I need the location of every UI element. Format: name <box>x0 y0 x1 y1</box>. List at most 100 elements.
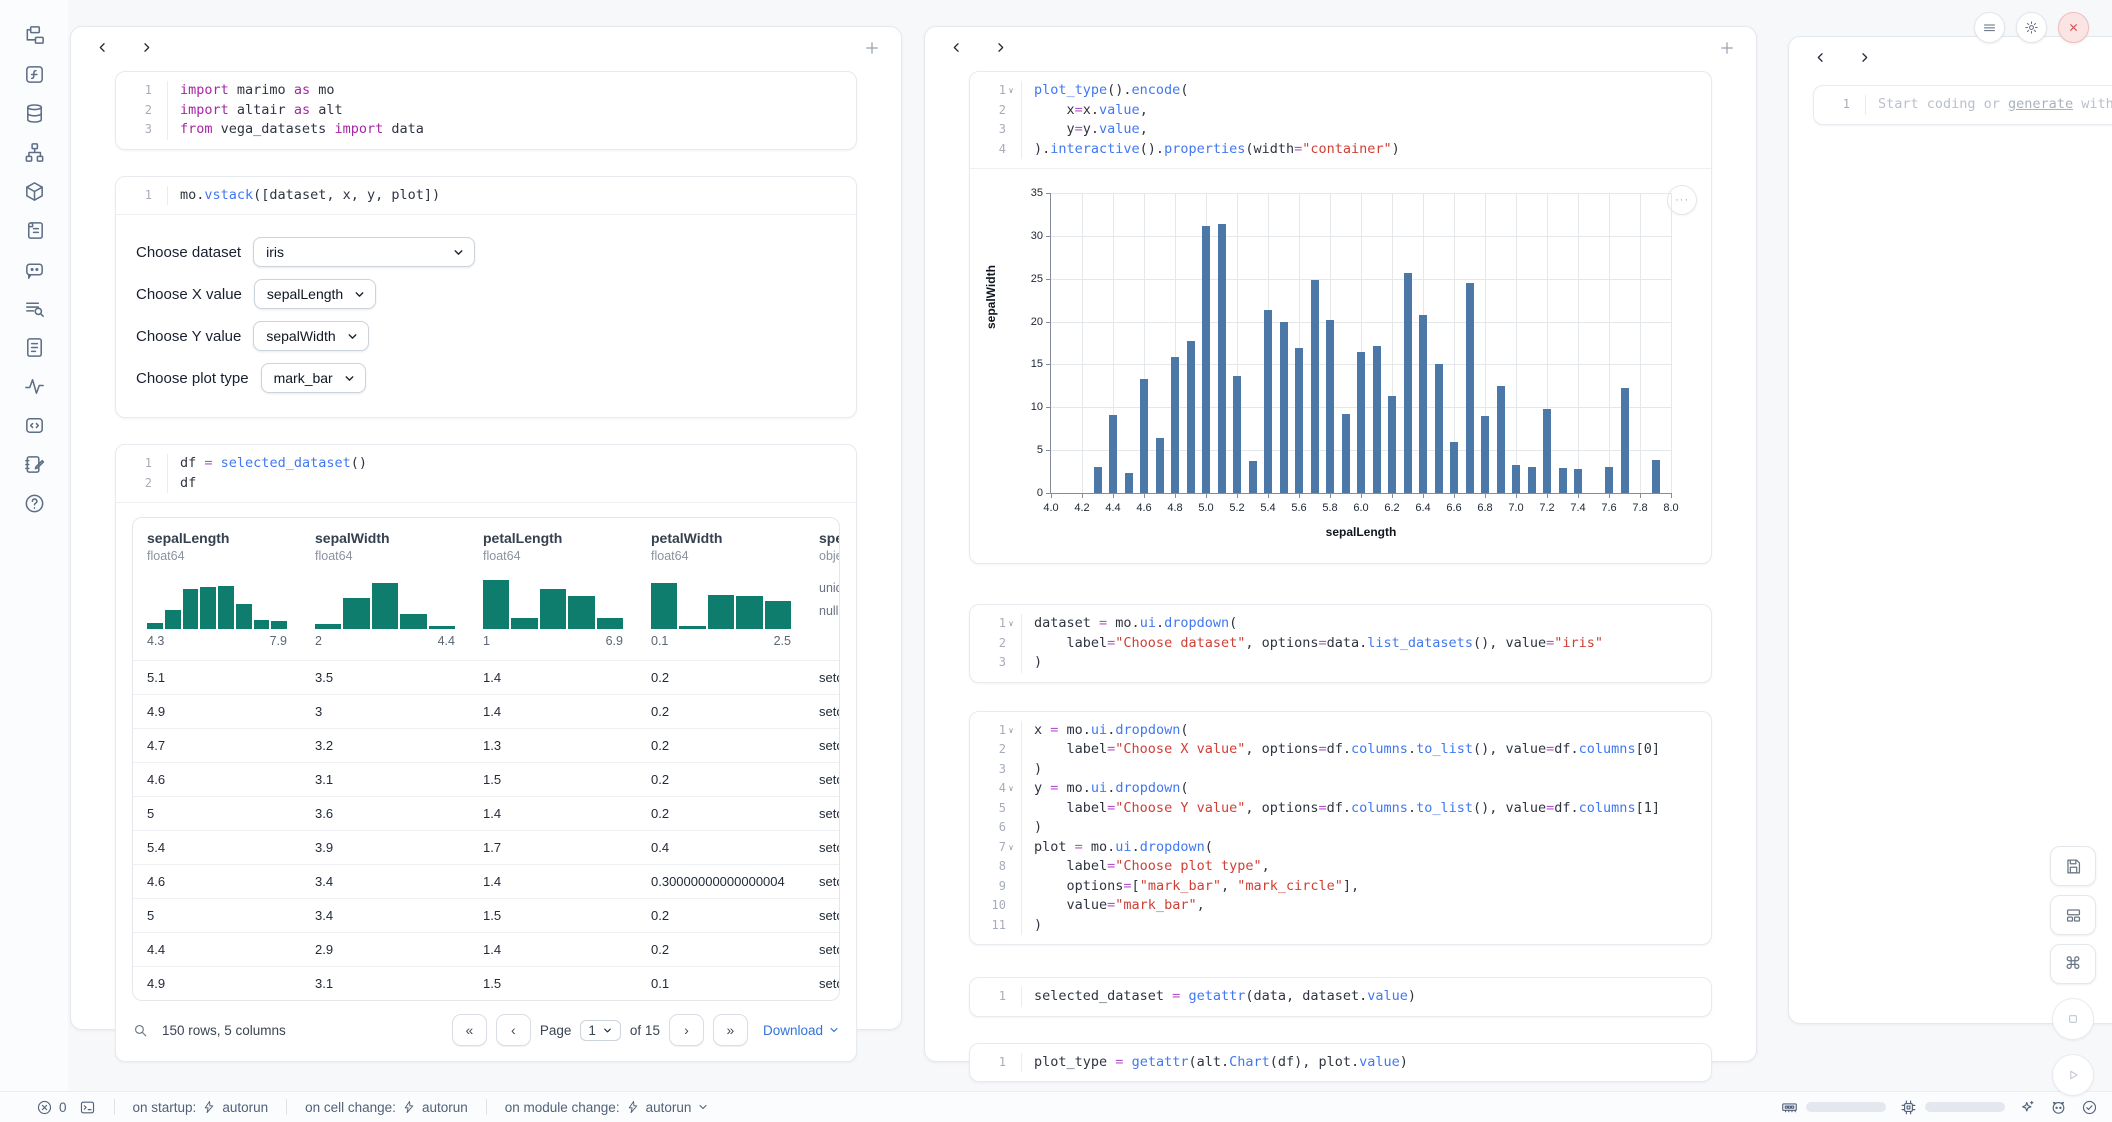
on-cell-change-setting[interactable]: on cell change: autorun <box>305 1100 468 1115</box>
close-icon[interactable] <box>2058 12 2089 43</box>
add-cell-icon[interactable] <box>863 39 881 57</box>
search-icon[interactable] <box>132 1022 149 1039</box>
altair-bar-chart[interactable]: 051015202530354.04.24.44.64.85.05.25.45.… <box>1050 193 1671 494</box>
layout-select-button[interactable] <box>2050 895 2096 935</box>
code-editor[interactable]: 1∨plot_type().encode(2 x=x.value,3 y=y.v… <box>970 72 1711 168</box>
code-line[interactable]: 3) <box>970 760 1711 780</box>
code-line[interactable]: 6) <box>970 818 1711 838</box>
code-line[interactable]: 2 label="Choose X value", options=df.col… <box>970 740 1711 760</box>
datasources-icon[interactable] <box>21 100 47 126</box>
cell-plot-type[interactable]: 1plot_type = getattr(alt.Chart(df), plot… <box>969 1043 1712 1083</box>
code-line[interactable]: 2 label="Choose dataset", options=data.l… <box>970 634 1711 654</box>
code-line[interactable]: 11) <box>970 916 1711 936</box>
code-editor[interactable]: 1selected_dataset = getattr(data, datase… <box>970 978 1711 1016</box>
cell-plot-encode[interactable]: 1∨plot_type().encode(2 x=x.value,3 y=y.v… <box>969 71 1712 564</box>
snippets-icon[interactable] <box>21 412 47 438</box>
errors-indicator[interactable]: 0 <box>36 1099 67 1116</box>
cell-empty-editor[interactable]: 1 Start coding or generate with <box>1813 85 2112 125</box>
stop-kernel-button[interactable] <box>2052 998 2094 1040</box>
code-editor[interactable]: 1mo.vstack([dataset, x, y, plot]) <box>116 177 856 215</box>
dropdown-select[interactable]: sepalLength <box>254 279 376 309</box>
code-line[interactable]: 1∨x = mo.ui.dropdown( <box>970 721 1711 741</box>
code-line[interactable]: 10 value="mark_bar", <box>970 896 1711 916</box>
code-line[interactable]: 1plot_type = getattr(alt.Chart(df), plot… <box>970 1053 1711 1073</box>
kernel-status-check-icon[interactable] <box>2081 1099 2098 1116</box>
code-editor[interactable]: 1∨dataset = mo.ui.dropdown(2 label="Choo… <box>970 605 1711 682</box>
column-next-icon[interactable] <box>1857 50 1873 66</box>
cell-selected-dataset[interactable]: 1selected_dataset = getattr(data, datase… <box>969 977 1712 1017</box>
search-logs-icon[interactable] <box>21 295 47 321</box>
code-line[interactable]: 9 options=["mark_bar", "mark_circle"], <box>970 877 1711 897</box>
code-line[interactable]: 1mo.vstack([dataset, x, y, plot]) <box>116 186 856 206</box>
column-prev-icon[interactable] <box>1813 50 1829 66</box>
column-header[interactable]: petalLengthfloat6416.9 <box>469 518 637 660</box>
code-editor[interactable]: 1import marimo as mo2import altair as al… <box>116 72 856 149</box>
settings-gear-icon[interactable] <box>2016 12 2047 43</box>
chart-output[interactable]: ··· 051015202530354.04.24.44.64.85.05.25… <box>970 168 1711 563</box>
dropdown-select[interactable]: sepalWidth <box>253 321 368 351</box>
code-line[interactable]: 2 x=x.value, <box>970 101 1711 121</box>
keyboard-shortcuts-button[interactable]: ⌘ <box>2050 944 2096 984</box>
dependency-graph-icon[interactable] <box>21 139 47 165</box>
download-button[interactable]: Download <box>763 1023 840 1038</box>
chat-assistant-icon[interactable] <box>21 256 47 282</box>
code-line[interactable]: 1∨dataset = mo.ui.dropdown( <box>970 614 1711 634</box>
ai-sparkles-icon[interactable] <box>2019 1099 2036 1116</box>
code-editor[interactable]: 1df = selected_dataset()2df <box>116 445 856 502</box>
cell-dataframe[interactable]: 1df = selected_dataset()2df sepalLengthf… <box>115 444 857 1062</box>
functions-icon[interactable] <box>21 61 47 87</box>
logs-icon[interactable] <box>21 217 47 243</box>
terminal-icon[interactable] <box>79 1099 96 1116</box>
code-line[interactable]: 1selected_dataset = getattr(data, datase… <box>970 987 1711 1007</box>
scratchpad-icon[interactable] <box>21 451 47 477</box>
column-prev-icon[interactable] <box>949 40 965 56</box>
save-button[interactable] <box>2050 846 2096 886</box>
cell-vstack[interactable]: 1mo.vstack([dataset, x, y, plot]) Choose… <box>115 176 857 419</box>
code-line[interactable]: 1 Start coding or generate with <box>1814 95 2112 115</box>
menu-icon[interactable] <box>1974 12 2005 43</box>
column-header[interactable]: petalWidthfloat640.12.5 <box>637 518 805 660</box>
code-line[interactable]: 1df = selected_dataset() <box>116 454 856 474</box>
code-line[interactable]: 4∨y = mo.ui.dropdown( <box>970 779 1711 799</box>
file-explorer-icon[interactable] <box>21 22 47 48</box>
first-page-button[interactable]: « <box>452 1014 487 1046</box>
column-header[interactable]: sepalWidthfloat6424.4 <box>301 518 469 660</box>
page-select[interactable]: 1 <box>580 1020 621 1041</box>
tracing-icon[interactable] <box>21 373 47 399</box>
code-editor[interactable]: 1plot_type = getattr(alt.Chart(df), plot… <box>970 1044 1711 1082</box>
cpu-usage[interactable] <box>1900 1099 2005 1116</box>
documentation-icon[interactable] <box>21 334 47 360</box>
code-line[interactable]: 3 y=y.value, <box>970 120 1711 140</box>
column-next-icon[interactable] <box>993 40 1009 56</box>
code-line[interactable]: 5 label="Choose Y value", options=df.col… <box>970 799 1711 819</box>
on-module-change-setting[interactable]: on module change: autorun <box>505 1100 710 1115</box>
run-all-button[interactable] <box>2052 1054 2094 1096</box>
code-editor[interactable]: 1∨x = mo.ui.dropdown(2 label="Choose X v… <box>970 712 1711 945</box>
last-page-button[interactable]: » <box>713 1014 748 1046</box>
code-line[interactable]: 3from vega_datasets import data <box>116 120 856 140</box>
prev-page-button[interactable]: ‹ <box>496 1014 531 1046</box>
code-line[interactable]: 8 label="Choose plot type", <box>970 857 1711 877</box>
code-line[interactable]: 4).interactive().properties(width="conta… <box>970 140 1711 160</box>
memory-usage[interactable] <box>1781 1099 1886 1116</box>
column-header[interactable]: sepalLengthfloat644.37.9 <box>133 518 301 660</box>
packages-icon[interactable] <box>21 178 47 204</box>
code-line[interactable]: 1import marimo as mo <box>116 81 856 101</box>
column-next-icon[interactable] <box>139 40 155 56</box>
code-line[interactable]: 7∨plot = mo.ui.dropdown( <box>970 838 1711 858</box>
code-line[interactable]: 2import altair as alt <box>116 101 856 121</box>
help-icon[interactable] <box>21 490 47 516</box>
code-line[interactable]: 3) <box>970 653 1711 673</box>
on-startup-setting[interactable]: on startup: autorun <box>133 1100 269 1115</box>
add-cell-icon[interactable] <box>1718 39 1736 57</box>
dropdown-select[interactable]: iris <box>253 237 475 267</box>
dropdown-select[interactable]: mark_bar <box>261 363 366 393</box>
copilot-icon[interactable] <box>2050 1099 2067 1116</box>
code-line[interactable]: 1∨plot_type().encode( <box>970 81 1711 101</box>
editor-placeholder[interactable]: Start coding or generate with <box>1866 95 2112 115</box>
cell-xy-plot-dropdowns[interactable]: 1∨x = mo.ui.dropdown(2 label="Choose X v… <box>969 711 1712 946</box>
code-line[interactable]: 2df <box>116 474 856 494</box>
cell-imports[interactable]: 1import marimo as mo2import altair as al… <box>115 71 857 150</box>
cell-dataset-dropdown[interactable]: 1∨dataset = mo.ui.dropdown(2 label="Choo… <box>969 604 1712 683</box>
generate-with-ai-link[interactable]: generate <box>2008 96 2073 112</box>
